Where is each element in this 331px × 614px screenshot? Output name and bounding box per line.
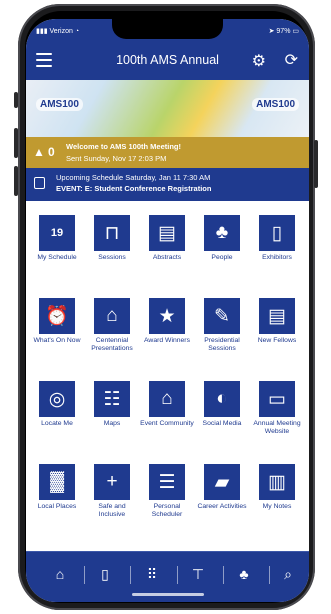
tile-label: Presidential Sessions	[204, 337, 240, 352]
grid-icon: ☷	[94, 381, 130, 417]
tile-label: Annual Meeting Website	[253, 420, 301, 435]
tile-label: Centennial Presentations	[91, 337, 133, 352]
tab-divider	[223, 566, 224, 584]
presentation-icon: ⊓	[94, 215, 130, 251]
tile-social-media[interactable]: ◐ Social Media	[195, 381, 249, 428]
tile-career-activities[interactable]: ▰ Career Activities	[195, 464, 249, 511]
camera-notch	[112, 19, 223, 39]
home-icon[interactable]: ⌂	[48, 566, 72, 582]
app-screen: ▮▮▮ Verizon ◔ 3:31 PM ➤ 97% ▭ 100th AMS …	[26, 19, 309, 602]
refresh-icon[interactable]: ⟳	[285, 50, 298, 70]
tab-divider	[84, 566, 85, 584]
schedule-event: EVENT: E: Student Conference Registratio…	[56, 184, 212, 193]
tile-label: Social Media	[202, 420, 242, 427]
volume-down-button	[14, 166, 18, 196]
city-skyline-icon: ▓	[39, 464, 75, 500]
tab-divider	[177, 566, 178, 584]
app-header: 100th AMS Annual ⚙ ⟳	[26, 41, 309, 80]
location-icon: ➤	[268, 28, 275, 35]
pencil-icon: ✎	[204, 298, 240, 334]
tile-annual-meeting-website[interactable]: ▭ Annual Meeting Website	[250, 381, 304, 436]
tile-label: Personal Scheduler	[151, 503, 183, 518]
tile-label: Safe and Inclusive	[98, 503, 126, 518]
alert-title: Welcome to AMS 100th Meeting!	[66, 142, 182, 151]
tile-label: What's On Now	[33, 337, 81, 344]
alert-bar[interactable]: ▲ 0 Welcome to AMS 100th Meeting! Sent S…	[26, 137, 309, 168]
gear-icon[interactable]: ⚙	[252, 51, 266, 71]
alert-count: 0	[48, 145, 55, 159]
document-icon: ▤	[259, 298, 295, 334]
upcoming-schedule-bar[interactable]: Upcoming Schedule Saturday, Jan 11 7:30 …	[26, 168, 309, 201]
tile-new-fellows[interactable]: ▤ New Fellows	[250, 298, 304, 345]
tab-divider	[130, 566, 131, 584]
star-icon: ★	[149, 298, 185, 334]
tile-label: Locate Me	[41, 420, 73, 427]
tile-what-s-on-now[interactable]: ⏰ What's On Now	[30, 298, 84, 345]
battery-icon: ▭	[292, 28, 299, 35]
tile-label: Maps	[103, 420, 121, 427]
tile-people[interactable]: ♣ People	[195, 215, 249, 262]
plus-icon: +	[94, 464, 130, 500]
tile-abstracts[interactable]: ▤ Abstracts	[140, 215, 194, 262]
tile-centennial-presentations[interactable]: ⌂ Centennial Presentations	[85, 298, 139, 353]
tile-label: Exhibitors	[262, 254, 292, 261]
feature-grid: 19 My Schedule ⊓ Sessions ▤ Abstracts ♣ People ▯…	[26, 201, 309, 551]
tile-my-schedule[interactable]: 19 My Schedule	[30, 215, 84, 262]
calendar-icon: 19	[39, 215, 75, 251]
people-icon: ♣	[204, 215, 240, 251]
alarm-clock-icon: ⏰	[39, 298, 75, 334]
tile-sessions[interactable]: ⊓ Sessions	[85, 215, 139, 262]
ams-logo-left: AMS100	[36, 98, 83, 111]
volume-up-button	[14, 128, 18, 158]
tile-label: My Notes	[262, 503, 292, 510]
grid-icon[interactable]: ⠿	[140, 566, 164, 583]
tile-label: People	[211, 254, 233, 261]
calendar-icon	[34, 177, 45, 189]
tile-personal-scheduler[interactable]: ☰ Personal Scheduler	[140, 464, 194, 519]
tile-presidential-sessions[interactable]: ✎ Presidential Sessions	[195, 298, 249, 353]
power-button	[314, 140, 318, 188]
tile-label: Abstracts	[152, 254, 182, 261]
lamp-icon: ⌂	[94, 298, 130, 334]
home-indicator	[132, 593, 204, 596]
tile-my-notes[interactable]: ▥ My Notes	[250, 464, 304, 511]
tile-safe-and-inclusive[interactable]: + Safe and Inclusive	[85, 464, 139, 519]
list-icon: ☰	[149, 464, 185, 500]
tile-label: Career Activities	[197, 503, 247, 510]
tile-locate-me[interactable]: ◎ Locate Me	[30, 381, 84, 428]
tile-award-winners[interactable]: ★ Award Winners	[140, 298, 194, 345]
folder-icon: ▰	[204, 464, 240, 500]
document-icon: ▤	[149, 215, 185, 251]
chat-bubble-icon: ◐	[204, 381, 240, 417]
tile-label: My Schedule	[37, 254, 77, 261]
tile-label: Local Places	[37, 503, 77, 510]
target-icon: ◎	[39, 381, 75, 417]
presentation-icon[interactable]: ⊤	[186, 566, 210, 583]
clipboard-icon: ▥	[259, 464, 295, 500]
tile-maps[interactable]: ☷ Maps	[85, 381, 139, 428]
tile-label: Event Community	[140, 420, 194, 427]
warning-icon: ▲	[33, 145, 45, 159]
tile-exhibitors[interactable]: ▯ Exhibitors	[250, 215, 304, 262]
app-title: 100th AMS Annual	[116, 53, 219, 67]
search-icon[interactable]: ⌕	[276, 566, 300, 583]
tile-label: New Fellows	[257, 337, 297, 344]
tile-label: Award Winners	[144, 337, 190, 344]
ams-logo-right: AMS100	[252, 98, 299, 111]
mute-switch	[14, 92, 18, 108]
house-icon: ⌂	[149, 381, 185, 417]
tile-event-community[interactable]: ⌂ Event Community	[140, 381, 194, 428]
people-icon[interactable]: ♣	[232, 566, 256, 582]
schedule-time: Upcoming Schedule Saturday, Jan 11 7:30 …	[56, 173, 211, 182]
alert-timestamp: Sent Sunday, Nov 17 2:03 PM	[66, 154, 167, 163]
phone-icon: ▯	[259, 215, 295, 251]
bottom-tab-bar: ⌂ ▯ ⠿ ⊤ ♣ ⌕	[26, 551, 309, 602]
event-banner[interactable]: AMS100 AMS100	[26, 80, 309, 137]
tile-local-places[interactable]: ▓ Local Places	[30, 464, 84, 511]
tile-label: Sessions	[98, 254, 126, 261]
battery-indicator: ➤ 97% ▭	[268, 28, 299, 35]
tab-divider	[269, 566, 270, 584]
monitor-icon: ▭	[259, 381, 295, 417]
phone-icon[interactable]: ▯	[93, 566, 117, 583]
